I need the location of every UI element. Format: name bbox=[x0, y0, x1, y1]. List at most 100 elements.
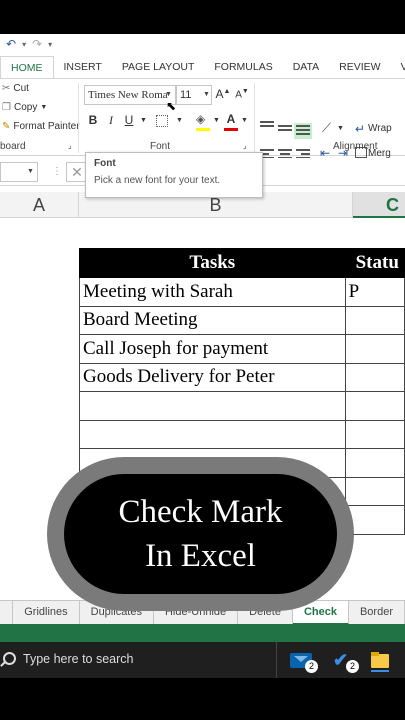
task-cell[interactable]: Meeting with Sarah bbox=[79, 277, 346, 307]
copy-button[interactable]: ❐ Copy ▼ bbox=[2, 102, 47, 113]
formula-bar-grip-icon: ⋮ bbox=[52, 166, 62, 177]
table-row: Goods Delivery for Peter bbox=[79, 362, 405, 392]
table-row bbox=[79, 391, 405, 421]
font-color-swatch bbox=[224, 128, 238, 131]
clipboard-dialog-launcher-icon[interactable]: ⌟ bbox=[68, 141, 72, 150]
search-icon[interactable] bbox=[3, 652, 16, 665]
column-header-c[interactable]: C bbox=[353, 192, 405, 218]
status-cell[interactable] bbox=[344, 505, 405, 535]
status-cell[interactable] bbox=[344, 334, 405, 364]
font-group-label: Font bbox=[150, 141, 171, 152]
font-tooltip: Font Pick a new font for your text. bbox=[85, 152, 263, 198]
cut-button[interactable]: ✂ Cut bbox=[2, 83, 29, 94]
wrap-text-label[interactable]: Wrap bbox=[368, 123, 392, 134]
tab-view[interactable]: VIEW bbox=[391, 56, 405, 78]
todo-icon[interactable]: ✔ 2 bbox=[331, 650, 359, 673]
table-row: Board Meeting bbox=[79, 305, 405, 335]
font-name-input[interactable]: Times New Roma bbox=[84, 85, 176, 105]
tab-home[interactable]: HOME bbox=[0, 56, 54, 78]
borders-dropdown-icon[interactable]: ▼ bbox=[176, 117, 183, 124]
tab-data[interactable]: DATA bbox=[283, 56, 329, 78]
status-bar bbox=[0, 624, 405, 642]
fill-color-swatch bbox=[196, 128, 210, 131]
group-divider bbox=[254, 83, 255, 153]
tab-review[interactable]: REVIEW bbox=[329, 56, 390, 78]
scissors-icon: ✂ bbox=[2, 83, 11, 94]
font-size-dropdown-icon[interactable]: ▼ bbox=[203, 91, 210, 98]
middle-align-icon[interactable] bbox=[278, 125, 292, 137]
excel-window: ↶ ▾ ↷ ▾ HOME INSERT PAGE LAYOUT FORMULAS… bbox=[0, 34, 405, 678]
tasks-header-cell[interactable]: Tasks bbox=[79, 248, 346, 278]
copy-label: Copy bbox=[13, 102, 38, 113]
sheet-tab-border[interactable]: Border bbox=[349, 601, 405, 625]
fill-color-dropdown-icon[interactable]: ▼ bbox=[213, 117, 220, 124]
format-painter-label: Format Painter bbox=[13, 121, 80, 132]
task-cell[interactable]: Call Joseph for payment bbox=[79, 334, 346, 364]
orientation-icon[interactable]: ⟋ bbox=[322, 120, 331, 136]
outlook-icon[interactable]: 2 bbox=[290, 650, 318, 673]
table-header-row: Tasks Statu bbox=[79, 248, 405, 278]
status-cell[interactable] bbox=[344, 305, 405, 335]
font-color-button[interactable]: A bbox=[222, 112, 240, 126]
tab-formulas[interactable]: FORMULAS bbox=[204, 56, 282, 78]
status-cell[interactable] bbox=[344, 448, 405, 478]
windows-taskbar: Type here to search 2 ✔ 2 bbox=[0, 642, 405, 678]
task-cell[interactable] bbox=[79, 419, 346, 449]
clipboard-group-label: board bbox=[0, 141, 26, 152]
copy-icon: ❐ bbox=[2, 102, 11, 113]
tooltip-body: Pick a new font for your text. bbox=[94, 175, 221, 186]
status-cell[interactable]: P bbox=[344, 277, 405, 307]
underline-dropdown-icon[interactable]: ▼ bbox=[140, 117, 147, 124]
font-name-dropdown-icon[interactable]: ▼ bbox=[165, 91, 172, 98]
bottom-align-icon[interactable] bbox=[294, 123, 312, 139]
sheet-nav-area[interactable] bbox=[0, 601, 14, 625]
table-row: Call Joseph for payment bbox=[79, 334, 405, 364]
redo-icon[interactable]: ↷ bbox=[32, 37, 42, 51]
task-cell[interactable] bbox=[79, 391, 346, 421]
shrink-font-button[interactable]: A▼ bbox=[233, 88, 251, 100]
bold-button[interactable]: B bbox=[84, 113, 102, 127]
status-header-cell[interactable]: Statu bbox=[344, 248, 405, 278]
ribbon: ✂ Cut ❐ Copy ▼ ✎ Format Painter board ⌟ … bbox=[0, 78, 405, 160]
fill-color-icon[interactable]: ◈ bbox=[196, 112, 205, 126]
status-cell[interactable] bbox=[344, 362, 405, 392]
taskbar-search-input[interactable]: Type here to search bbox=[23, 652, 133, 666]
overlay-line-1: Check Mark bbox=[118, 494, 283, 530]
status-cell[interactable] bbox=[344, 476, 405, 506]
mouse-cursor-icon: ⬉ bbox=[166, 99, 177, 113]
taskbar-divider bbox=[276, 642, 277, 678]
cut-label: Cut bbox=[13, 83, 29, 94]
undo-icon[interactable]: ↶ bbox=[6, 37, 16, 51]
status-cell[interactable] bbox=[344, 391, 405, 421]
tab-insert[interactable]: INSERT bbox=[54, 56, 112, 78]
status-cell[interactable] bbox=[344, 419, 405, 449]
format-painter-button[interactable]: ✎ Format Painter bbox=[2, 121, 80, 132]
name-box-dropdown-icon[interactable]: ▼ bbox=[27, 168, 34, 175]
italic-button[interactable]: I bbox=[102, 113, 120, 128]
task-cell[interactable]: Goods Delivery for Peter bbox=[79, 362, 346, 392]
task-cell[interactable]: Board Meeting bbox=[79, 305, 346, 335]
borders-icon[interactable] bbox=[156, 115, 168, 127]
grow-font-button[interactable]: A▲ bbox=[214, 87, 232, 101]
sheet-tab-gridlines[interactable]: Gridlines bbox=[13, 601, 80, 625]
column-header-a[interactable]: A bbox=[0, 192, 79, 218]
overlay-line-2: In Excel bbox=[145, 538, 256, 574]
quick-access-toolbar: ↶ ▾ ↷ ▾ bbox=[0, 34, 405, 54]
alignment-group-label: Alignment bbox=[333, 141, 378, 152]
font-dialog-launcher-icon[interactable]: ⌟ bbox=[243, 141, 247, 150]
group-divider bbox=[78, 83, 79, 153]
tab-page-layout[interactable]: PAGE LAYOUT bbox=[112, 56, 205, 78]
copy-dropdown-icon: ▼ bbox=[40, 104, 48, 111]
font-color-dropdown-icon[interactable]: ▼ bbox=[241, 117, 248, 124]
title-overlay-inner: Check Mark In Excel bbox=[64, 474, 337, 594]
paintbrush-icon: ✎ bbox=[2, 121, 11, 132]
tooltip-title: Font bbox=[94, 158, 116, 169]
top-align-icon[interactable] bbox=[260, 121, 274, 133]
undo-dropdown-icon[interactable]: ▾ bbox=[22, 40, 26, 49]
orientation-dropdown-icon[interactable]: ▼ bbox=[337, 125, 344, 132]
table-row bbox=[79, 419, 405, 449]
customize-qat-icon[interactable]: ▾ bbox=[48, 40, 52, 49]
file-explorer-icon[interactable] bbox=[370, 650, 394, 672]
underline-button[interactable]: U bbox=[120, 113, 138, 127]
wrap-text-icon[interactable]: ↵ bbox=[355, 122, 365, 136]
